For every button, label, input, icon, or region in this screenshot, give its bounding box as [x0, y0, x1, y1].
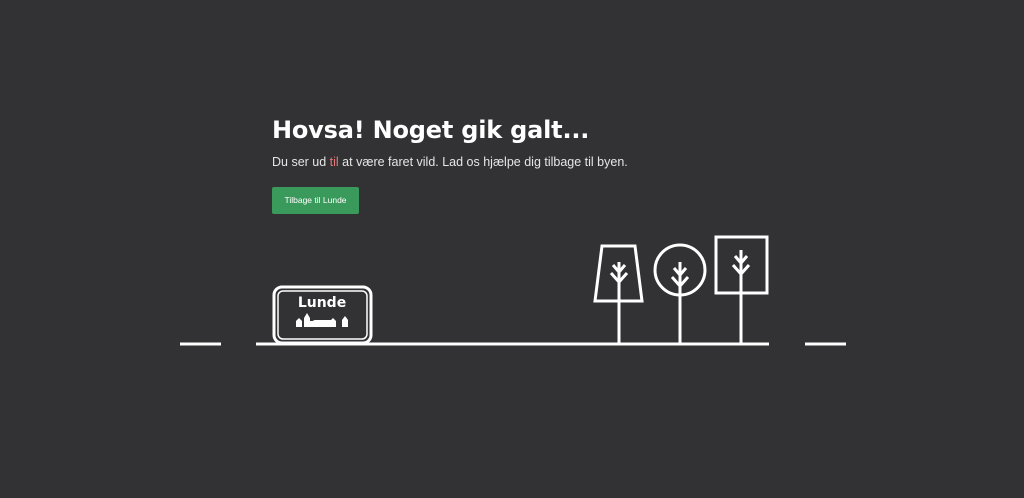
- tree-round: [653, 243, 707, 343]
- town-skyline-icon: [296, 313, 348, 327]
- error-page: Hovsa! Noget gik galt... Du ser ud til a…: [0, 0, 1024, 498]
- trees: [593, 235, 769, 343]
- tree-square: [714, 235, 769, 343]
- town-illustration: Lunde: [180, 235, 846, 346]
- tree-trapezoid: [593, 244, 644, 343]
- town-sign: Lunde: [272, 285, 373, 345]
- town-sign-label: Lunde: [298, 295, 346, 311]
